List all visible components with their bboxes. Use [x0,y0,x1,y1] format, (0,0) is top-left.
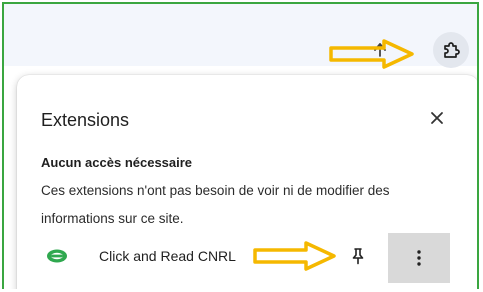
extensions-button[interactable] [433,32,469,68]
extension-name[interactable]: Click and Read CNRL [99,248,236,264]
pin-button[interactable] [343,241,373,271]
puzzle-piece-icon [444,42,460,58]
click-and-read-logo [46,247,68,265]
pin-icon [352,248,364,265]
section-title: Aucun accès nécessaire [41,155,193,170]
more-options-button[interactable] [388,233,450,283]
close-icon [431,112,443,124]
annotation-arrow-pin [253,241,336,271]
extensions-panel: Extensions Aucun accès nécessaire Ces ex… [17,75,477,289]
extension-row[interactable]: Click and Read CNRL [17,233,477,283]
more-vert-icon [417,250,421,266]
close-button[interactable] [422,103,452,133]
panel-title: Extensions [41,110,130,130]
annotation-arrow-toolbar [329,39,414,69]
section-description: Ces extensions n'ont pas besoin de voir … [41,183,390,226]
